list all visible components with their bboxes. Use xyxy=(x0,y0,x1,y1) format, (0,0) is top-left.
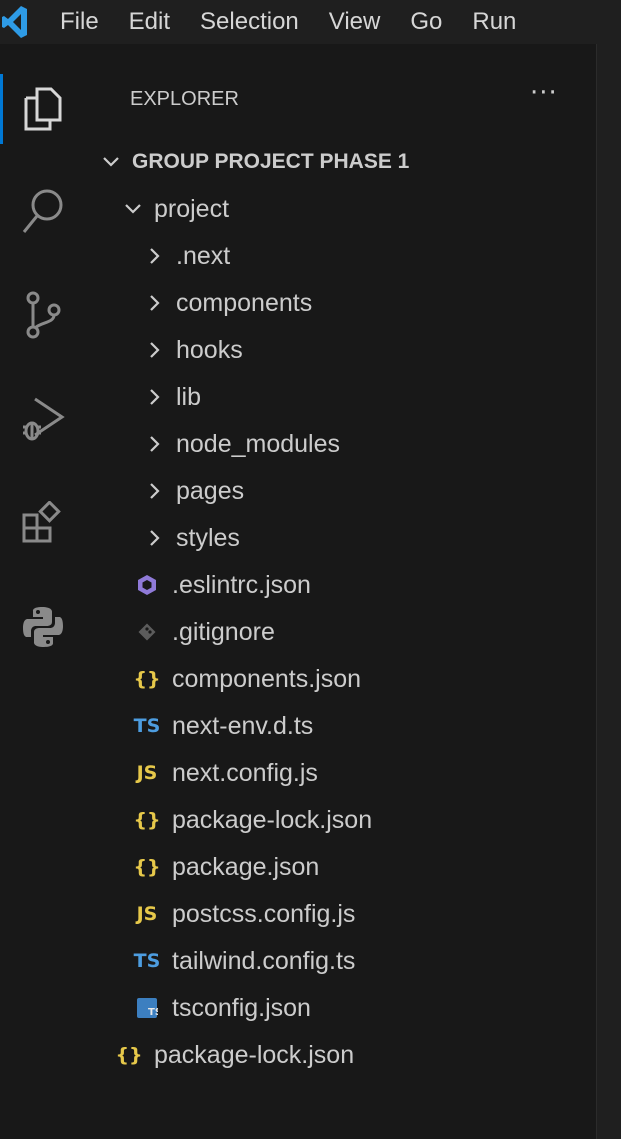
tree-folder-components[interactable]: components xyxy=(142,280,312,326)
chevron-down-icon xyxy=(98,156,124,168)
activity-bar xyxy=(0,44,86,1139)
eslint-icon xyxy=(132,574,162,596)
json-icon: {} xyxy=(133,856,161,878)
chevron-right-icon xyxy=(142,435,168,453)
tree-folder-node-modules[interactable]: node_modules xyxy=(142,421,340,467)
chevron-right-icon xyxy=(142,388,168,406)
menu-view[interactable]: View xyxy=(329,8,381,36)
file-label: package.json xyxy=(172,852,320,881)
run-debug-icon[interactable] xyxy=(0,384,86,454)
menu-bar: File Edit Selection View Go Run xyxy=(0,0,621,44)
file-label: package-lock.json xyxy=(154,1040,355,1069)
folder-label: styles xyxy=(176,523,240,552)
folder-label: lib xyxy=(176,382,202,411)
tree-folder-styles[interactable]: styles xyxy=(142,515,240,561)
json-icon: {} xyxy=(133,809,161,831)
chevron-right-icon xyxy=(142,529,168,547)
folder-label: pages xyxy=(176,476,245,505)
tree-file-root-package-lock[interactable]: {} package-lock.json xyxy=(114,1032,354,1078)
json-icon: {} xyxy=(133,668,161,690)
typescript-icon: TS xyxy=(133,950,161,972)
search-icon[interactable] xyxy=(0,176,86,246)
chevron-down-icon xyxy=(120,203,146,215)
file-label: next.config.js xyxy=(172,758,318,787)
tree-file-postcss-config[interactable]: JS postcss.config.js xyxy=(132,891,356,937)
menu-edit[interactable]: Edit xyxy=(129,8,170,36)
tsconfig-glyph: TS xyxy=(148,1007,158,1018)
tree-file-next-env[interactable]: TS next-env.d.ts xyxy=(132,703,314,749)
git-icon xyxy=(132,622,162,642)
menu-selection[interactable]: Selection xyxy=(200,8,299,36)
tree-root-folder[interactable]: GROUP PROJECT PHASE 1 xyxy=(98,139,409,185)
source-control-icon[interactable] xyxy=(0,280,86,350)
explorer-sidebar: EXPLORER ··· GROUP PROJECT PHASE 1 proje… xyxy=(86,44,594,1139)
file-label: package-lock.json xyxy=(172,805,373,834)
file-label: tailwind.config.ts xyxy=(172,946,356,975)
tree-file-package-lock[interactable]: {} package-lock.json xyxy=(132,797,372,843)
folder-label: hooks xyxy=(176,335,243,364)
tree-folder-hooks[interactable]: hooks xyxy=(142,327,243,373)
tree-file-tailwind-config[interactable]: TS tailwind.config.ts xyxy=(132,938,356,984)
json-icon: {} xyxy=(115,1044,143,1066)
tsconfig-icon: TS xyxy=(132,997,162,1019)
tree-file-tsconfig[interactable]: TS tsconfig.json xyxy=(132,985,311,1031)
typescript-icon: TS xyxy=(133,715,161,737)
chevron-right-icon xyxy=(142,341,168,359)
editor-area-edge xyxy=(596,44,621,1139)
vscode-logo-icon[interactable] xyxy=(2,4,30,40)
python-icon[interactable] xyxy=(0,592,86,662)
menu-go[interactable]: Go xyxy=(410,8,442,36)
vscode-window: File Edit Selection View Go Run EXPLORER… xyxy=(0,0,621,1139)
file-label: next-env.d.ts xyxy=(172,711,314,740)
explorer-title: EXPLORER xyxy=(130,88,239,110)
folder-label: project xyxy=(154,194,230,223)
folder-label: .next xyxy=(176,241,231,270)
javascript-icon: JS xyxy=(136,762,158,784)
folder-label: node_modules xyxy=(176,429,341,458)
javascript-icon: JS xyxy=(136,903,158,925)
menu-file[interactable]: File xyxy=(60,8,99,36)
tree-file-gitignore[interactable]: .gitignore xyxy=(132,609,275,655)
extensions-icon[interactable] xyxy=(0,488,86,558)
tree-folder-lib[interactable]: lib xyxy=(142,374,201,420)
chevron-right-icon xyxy=(142,482,168,500)
tree-file-package-json[interactable]: {} package.json xyxy=(132,844,319,890)
tree-folder-project[interactable]: project xyxy=(120,186,229,232)
more-actions-icon[interactable]: ··· xyxy=(530,78,558,108)
tree-file-eslintrc[interactable]: .eslintrc.json xyxy=(132,562,311,608)
file-label: .eslintrc.json xyxy=(172,570,311,599)
chevron-right-icon xyxy=(142,247,168,265)
chevron-right-icon xyxy=(142,294,168,312)
file-label: .gitignore xyxy=(172,617,275,646)
tree-file-next-config[interactable]: JS next.config.js xyxy=(132,750,318,796)
file-label: tsconfig.json xyxy=(172,993,311,1022)
tree-folder-pages[interactable]: pages xyxy=(142,468,244,514)
tree-file-components-json[interactable]: {} components.json xyxy=(132,656,361,702)
tree-folder-next[interactable]: .next xyxy=(142,233,230,279)
file-label: components.json xyxy=(172,664,362,693)
menu-run[interactable]: Run xyxy=(472,8,516,36)
explorer-icon[interactable] xyxy=(0,74,86,144)
root-folder-label: GROUP PROJECT PHASE 1 xyxy=(132,150,410,173)
file-label: postcss.config.js xyxy=(172,899,356,928)
folder-label: components xyxy=(176,288,313,317)
